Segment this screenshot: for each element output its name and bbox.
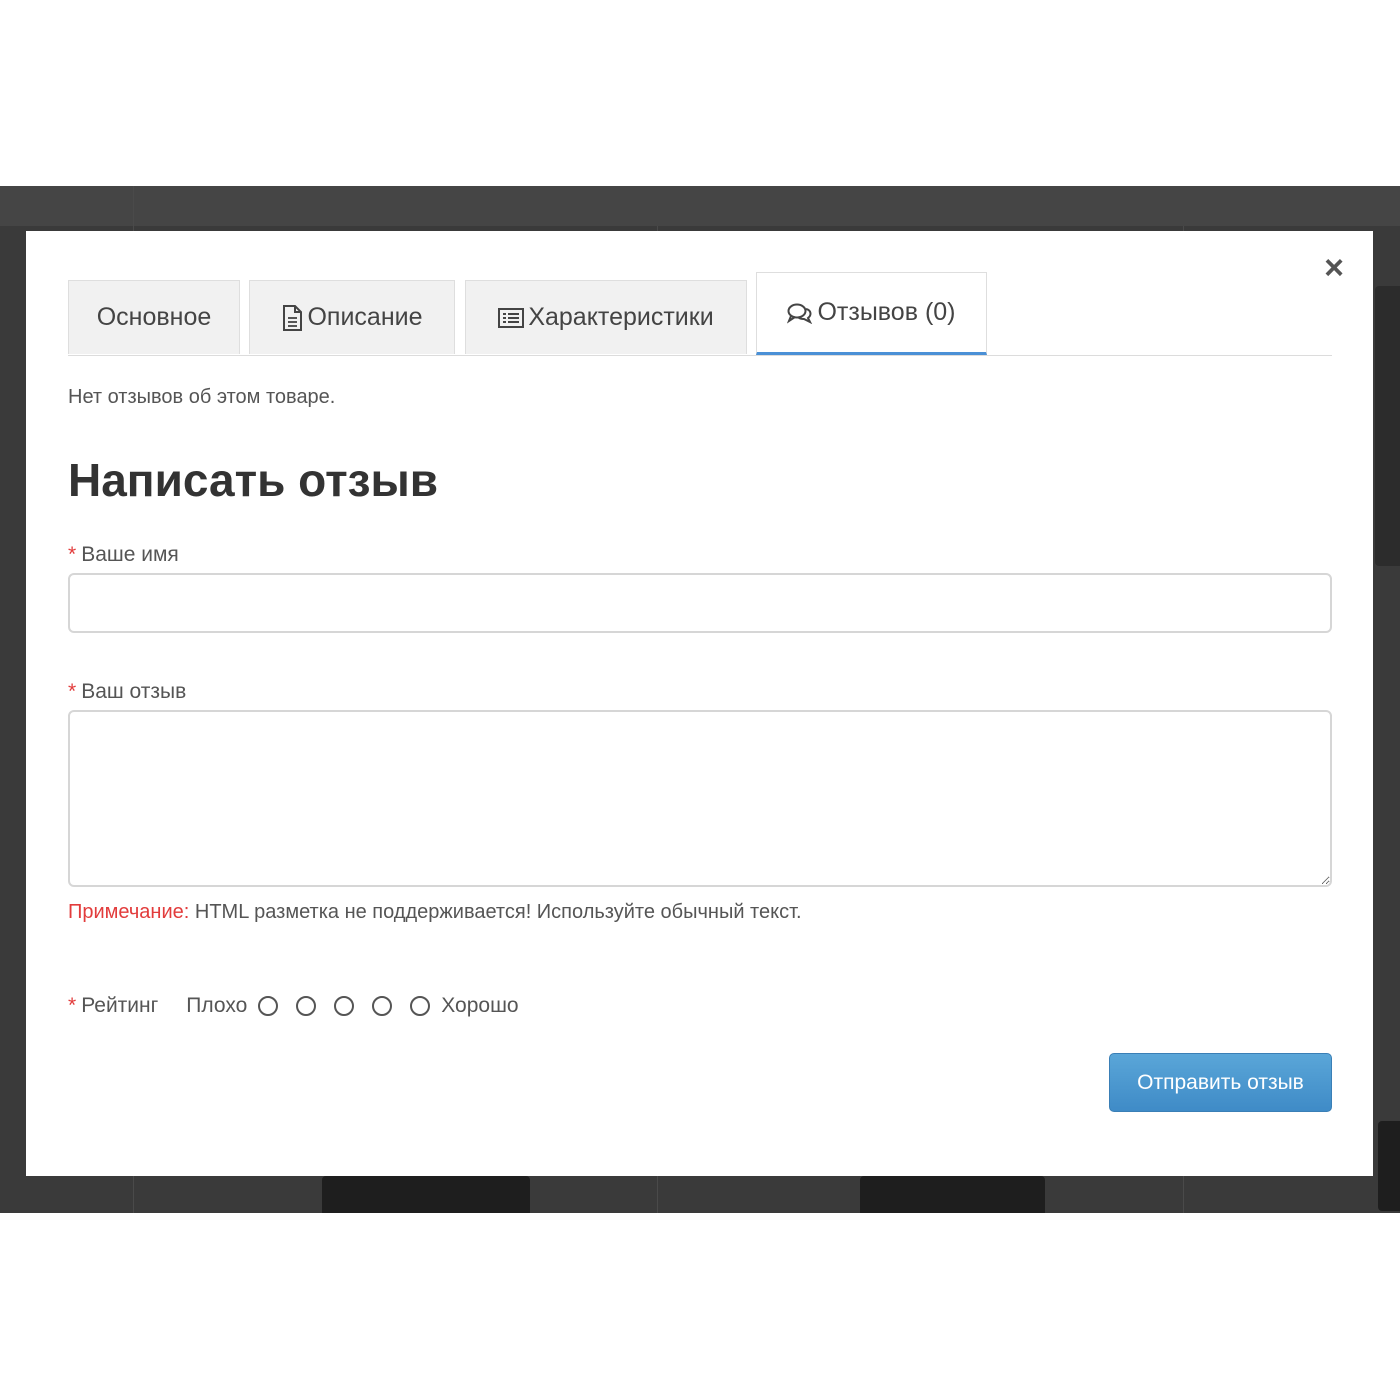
tab-specs[interactable]: Характеристики bbox=[465, 280, 747, 354]
note-label: Примечание: bbox=[68, 901, 190, 923]
rating-radio-2[interactable] bbox=[296, 996, 317, 1016]
rating-radio-3[interactable] bbox=[334, 996, 355, 1016]
name-label: * Ваше имя bbox=[68, 543, 179, 567]
tab-bar: Основное Описание Характеристики Отзывов… bbox=[68, 272, 1332, 356]
tab-description-label: Описание bbox=[307, 303, 423, 331]
name-label-text: Ваше имя bbox=[81, 543, 179, 566]
tab-main-label: Основное bbox=[96, 303, 212, 331]
rating-group: * Рейтинг Плохо Хорошо bbox=[68, 989, 521, 1023]
bg-page-strip bbox=[0, 186, 1400, 226]
tab-specs-label: Характеристики bbox=[528, 303, 714, 331]
note-text: HTML разметка не поддерживается! Использ… bbox=[189, 901, 802, 923]
bg-product-image bbox=[860, 1176, 1045, 1213]
tab-reviews[interactable]: Отзывов (0) bbox=[756, 272, 987, 355]
bg-product-image bbox=[1375, 286, 1400, 566]
required-mark: * bbox=[68, 543, 77, 566]
tab-main[interactable]: Основное bbox=[68, 280, 240, 354]
review-modal: × Основное Описание Характеристики Отзыв… bbox=[26, 231, 1373, 1176]
name-field[interactable] bbox=[68, 573, 1332, 633]
rating-low-label: Плохо bbox=[186, 994, 248, 1017]
no-reviews-text: Нет отзывов об этом товаре. bbox=[68, 386, 336, 408]
review-textarea[interactable] bbox=[68, 710, 1332, 887]
document-icon bbox=[281, 304, 303, 331]
comments-icon bbox=[787, 302, 813, 324]
rating-label: Рейтинг bbox=[81, 994, 159, 1017]
submit-review-label: Отправить отзыв bbox=[1137, 1070, 1304, 1094]
list-icon bbox=[498, 307, 525, 329]
page-title: Написать отзыв bbox=[68, 454, 439, 506]
rating-high-label: Хорошо bbox=[441, 994, 519, 1017]
required-mark: * bbox=[68, 680, 77, 703]
submit-review-button[interactable]: Отправить отзыв bbox=[1109, 1053, 1332, 1112]
bg-product-image bbox=[1378, 1121, 1400, 1211]
rating-radio-4[interactable] bbox=[372, 996, 393, 1016]
review-label-text: Ваш отзыв bbox=[81, 680, 187, 703]
html-note: Примечание: HTML разметка не поддерживае… bbox=[68, 901, 802, 924]
bg-product-image bbox=[322, 1176, 530, 1213]
rating-radio-5[interactable] bbox=[410, 996, 431, 1016]
required-mark: * bbox=[68, 994, 77, 1017]
tab-reviews-label: Отзывов (0) bbox=[817, 298, 956, 326]
review-label: * Ваш отзыв bbox=[68, 680, 186, 704]
tab-description[interactable]: Описание bbox=[249, 280, 455, 354]
rating-radio-1[interactable] bbox=[258, 996, 279, 1016]
